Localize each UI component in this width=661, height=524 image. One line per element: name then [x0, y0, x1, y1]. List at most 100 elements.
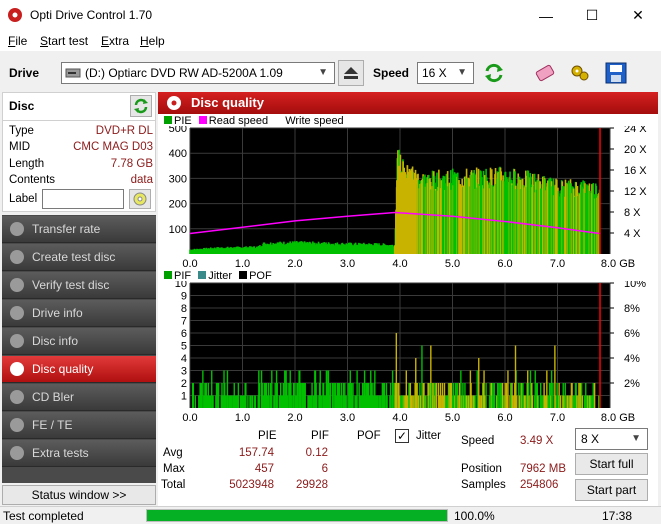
- x-tick-label: 6.0: [497, 412, 512, 424]
- write-legend-swatch: [275, 116, 284, 124]
- disc-contents-value: data: [130, 174, 153, 186]
- drive-toolbar: Drive (D:) Optiarc DVD RW AD-5200A 1.09 …: [0, 55, 661, 90]
- col-pof: POF: [357, 430, 381, 442]
- disc-label-apply-button[interactable]: [129, 189, 151, 209]
- nav-create-test-disc[interactable]: Create test disc: [2, 244, 156, 271]
- chevron-down-icon: ▼: [318, 67, 328, 78]
- status-window-button[interactable]: Status window >>: [2, 485, 156, 505]
- jitter-checkbox[interactable]: ✓: [395, 429, 409, 443]
- y-left-tick-label: 300: [169, 173, 187, 185]
- speed-stat-label: Speed: [461, 435, 495, 447]
- close-button[interactable]: ✕: [615, 0, 661, 31]
- menu-extra[interactable]: Extra: [101, 34, 129, 48]
- save-icon: [605, 62, 627, 84]
- y-left-tick-label: 10: [175, 281, 187, 290]
- nav-label: FE / TE: [32, 418, 73, 432]
- erase-button[interactable]: [532, 60, 558, 86]
- x-tick-label: 5.0: [445, 258, 460, 268]
- y-right-tick-label: 8%: [624, 303, 640, 315]
- refresh-speed-button[interactable]: [481, 60, 507, 86]
- x-tick-label: 7.0: [550, 258, 565, 268]
- y-right-tick-label: 6%: [624, 328, 640, 340]
- disc-type-label: Type: [9, 125, 34, 137]
- disc-info-panel: Disc Type DVD+R DL MID CMC MAG D03 Lengt…: [2, 92, 156, 212]
- speed-select-value: 16 X: [422, 66, 447, 80]
- position-value: 7962 MB: [520, 463, 567, 475]
- avg-label: Avg: [163, 447, 183, 459]
- nav-disc-quality[interactable]: Disc quality: [2, 356, 156, 383]
- refresh-icon: [485, 63, 503, 83]
- disc-type-value: DVD+R DL: [95, 125, 153, 137]
- panel-title: Disc quality: [191, 95, 264, 110]
- nav-transfer-rate[interactable]: Transfer rate: [2, 216, 156, 243]
- disc-header: Disc: [9, 99, 35, 113]
- y-left-tick-label: 9: [181, 291, 187, 303]
- disc-label-input[interactable]: [42, 189, 124, 209]
- nav-cd-bler[interactable]: CD Bler: [2, 384, 156, 411]
- y-left-tick-label: 100: [169, 224, 187, 236]
- progress-fill: [147, 510, 447, 521]
- menu-bar: File Start test Extra Help: [0, 31, 661, 51]
- start-full-button[interactable]: Start full: [575, 453, 648, 475]
- app-icon: [8, 8, 22, 22]
- disc-mid-label: MID: [9, 141, 31, 153]
- nav-label: Drive info: [32, 306, 83, 320]
- nav-verify-test-disc[interactable]: Verify test disc: [2, 272, 156, 299]
- stats-panel: PIE PIF POF ✓ Jitter Avg 157.74 0.12 Max…: [158, 426, 658, 506]
- y-right-tick-label: 10%: [624, 281, 646, 290]
- y-left-tick-label: 1: [181, 391, 187, 403]
- nav-extra-tests[interactable]: Extra tests: [2, 440, 156, 467]
- test-nav: Transfer rate Create test disc Verify te…: [2, 215, 156, 483]
- disc-icon: [10, 250, 24, 264]
- minimize-button[interactable]: —: [523, 0, 569, 31]
- menu-file[interactable]: File: [8, 34, 27, 48]
- save-button[interactable]: [603, 60, 629, 86]
- y-right-tick-label: 24 X: [624, 126, 647, 135]
- start-part-button[interactable]: Start part: [575, 479, 648, 501]
- disc-icon: [10, 278, 24, 292]
- drive-icon: [65, 68, 81, 78]
- menu-help[interactable]: Help: [140, 34, 165, 48]
- eject-button[interactable]: [338, 60, 364, 86]
- y-left-tick-label: 7: [181, 316, 187, 328]
- progress-bar: [146, 509, 448, 522]
- speed-select[interactable]: 16 X ▼: [417, 62, 474, 84]
- y-right-tick-label: 16 X: [624, 165, 647, 177]
- chevron-down-icon: ▼: [457, 67, 467, 78]
- disc-quality-icon: [167, 96, 181, 110]
- nav-drive-info[interactable]: Drive info: [2, 300, 156, 327]
- disc-icon: [10, 446, 24, 460]
- nav-label: CD Bler: [32, 390, 75, 404]
- x-tick-label: 4.0: [392, 412, 407, 424]
- speed-label: Speed: [373, 66, 410, 80]
- disc-length-label: Length: [9, 158, 45, 170]
- disc-icon: [10, 362, 24, 376]
- maximize-button[interactable]: ☐: [569, 0, 615, 31]
- x-tick-label: 3.0: [340, 258, 355, 268]
- progress-text: 100.0%: [454, 509, 495, 523]
- col-pie: PIE: [258, 430, 277, 442]
- y-right-tick-label: 2%: [624, 378, 640, 390]
- pie-chart: 500 400 300 200 100 24 X 20 X 16 X 12 X 8 X 4 X 0.0…: [169, 126, 648, 268]
- x-tick-label: 5.0: [445, 412, 460, 424]
- max-label: Max: [163, 463, 185, 475]
- disc-refresh-button[interactable]: [130, 95, 152, 117]
- x-tick-label: 6.0: [497, 258, 512, 268]
- y-left-tick-label: 200: [169, 199, 187, 211]
- nav-disc-info[interactable]: Disc info: [2, 328, 156, 355]
- menu-start-test[interactable]: Start test: [40, 34, 88, 48]
- drive-select[interactable]: (D:) Optiarc DVD RW AD-5200A 1.09 ▼: [61, 62, 335, 84]
- eject-icon: [344, 67, 358, 79]
- disc-length-value: 7.78 GB: [110, 158, 153, 170]
- test-speed-select[interactable]: 8 X ▼: [575, 428, 648, 450]
- nav-fe-te[interactable]: FE / TE: [2, 412, 156, 439]
- nav-label: Transfer rate: [32, 222, 101, 236]
- pof-legend-swatch: [239, 271, 248, 279]
- y-left-tick-label: 8: [181, 303, 187, 315]
- disc-quality-header: Disc quality: [158, 92, 658, 114]
- y-left-tick-label: 6: [181, 328, 187, 340]
- x-tick-label: 2.0: [287, 412, 302, 424]
- pie-legend-swatch: [164, 116, 172, 124]
- y-right-tick-label: 12 X: [624, 186, 647, 198]
- settings-button[interactable]: [567, 60, 593, 86]
